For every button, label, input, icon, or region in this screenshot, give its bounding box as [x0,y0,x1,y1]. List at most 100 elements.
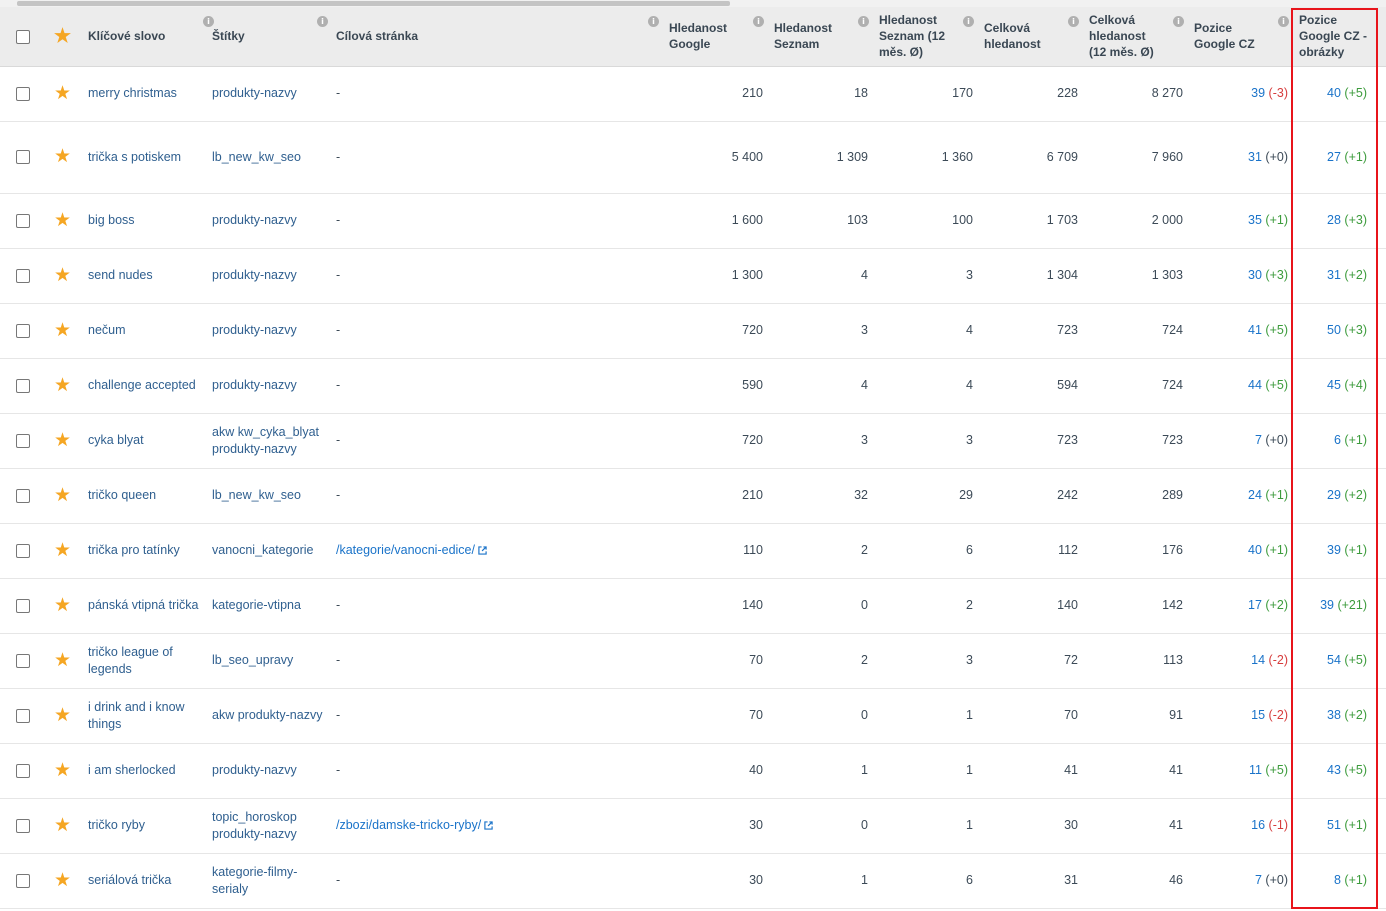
keyword-link[interactable]: i am sherlocked [88,763,176,777]
target-page-link[interactable]: /kategorie/vanocni-edice/ [336,543,487,557]
row-checkbox[interactable] [16,543,30,558]
keyword-link[interactable]: nečum [88,323,126,337]
row-checkbox[interactable] [16,150,30,165]
star-icon[interactable]: ★ [54,596,71,615]
tag-link[interactable]: produkty-nazvy [212,441,330,458]
pos-google-images-link[interactable]: 39 [1320,598,1334,612]
horizontal-scrollbar[interactable] [0,0,1386,7]
select-all-checkbox[interactable] [16,30,30,45]
row-checkbox[interactable] [16,378,30,393]
pos-google-images-link[interactable]: 45 [1327,378,1341,392]
info-icon[interactable]: i [1068,16,1079,27]
tag-link[interactable]: produkty-nazvy [212,85,330,102]
pos-google-images-link[interactable]: 31 [1327,268,1341,282]
col-search-total-12m[interactable]: Celková hledanost (12 měs. Ø) i [1082,7,1187,67]
keyword-link[interactable]: seriálová trička [88,873,171,887]
scrollbar-thumb[interactable] [17,1,730,6]
info-icon[interactable]: i [1173,16,1184,27]
keyword-link[interactable]: merry christmas [88,86,177,100]
star-icon[interactable]: ★ [54,211,71,230]
col-tags[interactable]: Štítky i [206,7,330,67]
pos-google-link[interactable]: 11 [1249,763,1262,777]
pos-google-images-link[interactable]: 54 [1327,653,1341,667]
row-checkbox[interactable] [16,653,30,668]
col-search-google[interactable]: Hledanost Google i [662,7,767,67]
row-checkbox[interactable] [16,763,30,778]
star-icon[interactable]: ★ [54,706,71,725]
pos-google-link[interactable]: 16 [1251,818,1265,832]
pos-google-images-link[interactable]: 29 [1327,488,1341,502]
row-checkbox[interactable] [16,323,30,338]
col-search-seznam[interactable]: Hledanost Seznam i [767,7,872,67]
keyword-link[interactable]: trička s potiskem [88,150,181,164]
info-icon[interactable]: i [317,16,328,27]
pos-google-link[interactable]: 15 [1251,708,1265,722]
tag-link[interactable]: topic_horoskop [212,809,330,826]
col-pos-google[interactable]: Pozice Google CZ i [1187,7,1292,67]
star-icon[interactable]: ★ [54,651,71,670]
row-checkbox[interactable] [16,213,30,228]
star-icon[interactable]: ★ [54,541,71,560]
target-page-link[interactable]: /zbozi/damske-tricko-ryby/ [336,818,493,832]
row-checkbox[interactable] [16,86,30,101]
tag-link[interactable]: produkty-nazvy [212,826,330,843]
row-checkbox[interactable] [16,433,30,448]
pos-google-images-link[interactable]: 40 [1327,86,1341,100]
row-checkbox[interactable] [16,708,30,723]
pos-google-images-link[interactable]: 51 [1327,818,1341,832]
pos-google-link[interactable]: 7 [1255,873,1262,887]
pos-google-link[interactable]: 24 [1248,488,1262,502]
star-icon[interactable]: ★ [54,486,71,505]
pos-google-link[interactable]: 40 [1248,543,1262,557]
info-icon[interactable]: i [1278,16,1289,27]
star-icon[interactable]: ★ [54,816,71,835]
keyword-link[interactable]: i drink and i know things [88,700,185,731]
pos-google-link[interactable]: 44 [1248,378,1262,392]
col-target-page[interactable]: Cílová stránka i [330,7,662,67]
star-icon[interactable]: ★ [54,321,71,340]
pos-google-images-link[interactable]: 8 [1334,873,1341,887]
keyword-link[interactable]: pánská vtipná trička [88,598,198,612]
tag-link[interactable]: lb_seo_upravy [212,652,330,669]
col-pos-google-images[interactable]: Pozice Google CZ - obrázky [1292,7,1386,67]
star-icon[interactable]: ★ [54,266,71,285]
star-icon[interactable]: ★ [54,871,71,890]
pos-google-link[interactable]: 30 [1248,268,1262,282]
keyword-link[interactable]: big boss [88,213,135,227]
col-keyword[interactable]: Klíčové slovo i [82,7,214,67]
pos-google-images-link[interactable]: 6 [1334,433,1341,447]
pos-google-link[interactable]: 17 [1248,598,1262,612]
pos-google-images-link[interactable]: 50 [1327,323,1341,337]
tag-link[interactable]: akw produkty-nazvy [212,707,330,724]
tag-link[interactable]: lb_new_kw_seo [212,149,330,166]
pos-google-images-link[interactable]: 27 [1327,150,1341,164]
star-icon[interactable]: ★ [54,376,71,395]
pos-google-link[interactable]: 39 [1251,86,1265,100]
col-search-seznam-12m[interactable]: Hledanost Seznam (12 měs. Ø) i [872,7,977,67]
row-checkbox[interactable] [16,488,30,503]
star-icon[interactable]: ★ [54,147,71,166]
pos-google-images-link[interactable]: 43 [1327,763,1341,777]
row-checkbox[interactable] [16,598,30,613]
keyword-link[interactable]: trička pro tatínky [88,543,180,557]
pos-google-link[interactable]: 41 [1248,323,1262,337]
row-checkbox[interactable] [16,873,30,888]
tag-link[interactable]: produkty-nazvy [212,212,330,229]
pos-google-link[interactable]: 14 [1251,653,1265,667]
info-icon[interactable]: i [753,16,764,27]
pos-google-link[interactable]: 7 [1255,433,1262,447]
keyword-link[interactable]: tričko league of legends [88,645,173,676]
tag-link[interactable]: akw kw_cyka_blyat [212,424,330,441]
keyword-link[interactable]: tričko ryby [88,818,145,832]
pos-google-link[interactable]: 31 [1248,150,1262,164]
tag-link[interactable]: produkty-nazvy [212,377,330,394]
row-checkbox[interactable] [16,818,30,833]
keyword-link[interactable]: challenge accepted [88,378,196,392]
keyword-link[interactable]: tričko queen [88,488,156,502]
pos-google-images-link[interactable]: 39 [1327,543,1341,557]
star-icon[interactable]: ★ [54,431,71,450]
tag-link[interactable]: kategorie-vtipna [212,597,330,614]
pos-google-link[interactable]: 35 [1248,213,1262,227]
pos-google-images-link[interactable]: 28 [1327,213,1341,227]
info-icon[interactable]: i [858,16,869,27]
